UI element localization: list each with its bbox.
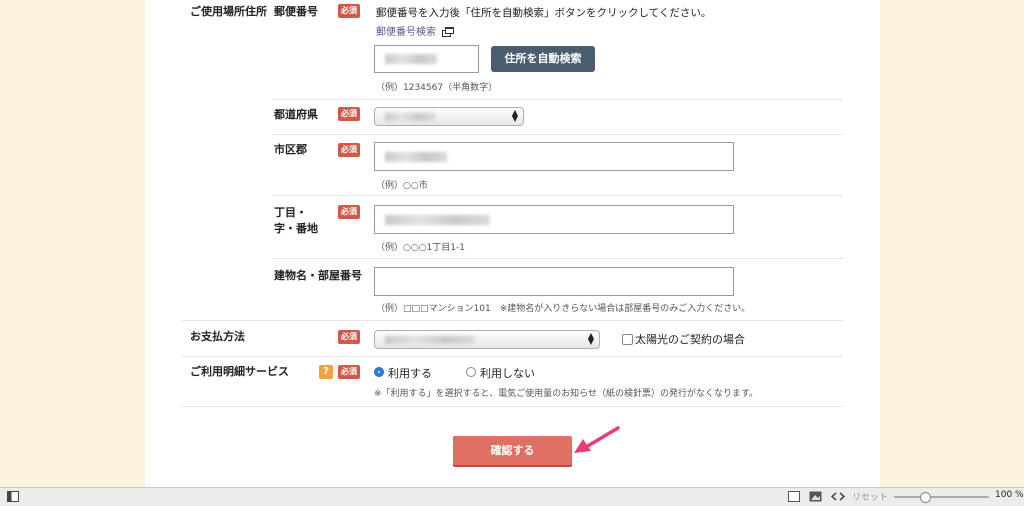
statement-not-use-label: 利用しない	[480, 367, 535, 380]
confirm-button[interactable]: 確認する	[453, 436, 572, 465]
building-example: （例）□□□マンション101 ※建物名が入りきらない場合は部屋番号のみご入力くだ…	[376, 304, 751, 314]
zoom-slider[interactable]	[894, 492, 989, 503]
statement-service-row: ご利用明細サービス ? 必須 利用する 利用しない ※「利用する」を選択すると、…	[182, 356, 843, 407]
zoom-level-text: 100 %	[995, 490, 1024, 500]
statement-service-label: ご利用明細サービス	[190, 365, 289, 378]
solar-contract-label: 太陽光のご契約の場合	[635, 333, 745, 346]
sidebar-toggle-icon[interactable]	[7, 491, 19, 502]
payment-row: お支払方法 必須 ▲ ▼ 太陽光のご契約の場合	[182, 320, 843, 357]
solar-contract-checkbox[interactable]	[622, 334, 633, 345]
building-row: 建物名・部屋番号 （例）□□□マンション101 ※建物名が入りきらない場合は部屋…	[272, 258, 843, 320]
building-label: 建物名・部屋番号	[274, 269, 362, 282]
required-badge: 必須	[338, 330, 360, 344]
statement-use-radio[interactable]	[374, 367, 384, 377]
annotation-arrow-icon	[574, 426, 620, 453]
reset-button[interactable]: リセット	[852, 490, 888, 503]
payment-label: お支払方法	[190, 330, 245, 343]
select-arrows-icon: ▲ ▼	[587, 331, 594, 346]
browser-status-bar: リセット 100 %	[0, 487, 1024, 506]
zoom-slider-thumb[interactable]	[919, 492, 931, 503]
image-icon[interactable]	[809, 491, 822, 502]
statement-not-use-radio[interactable]	[466, 367, 476, 377]
blurred-value	[385, 336, 475, 344]
required-badge: 必須	[338, 365, 360, 379]
statement-use-label: 利用する	[388, 367, 432, 380]
building-input[interactable]	[374, 267, 734, 296]
payment-method-select[interactable]: ▲ ▼	[374, 330, 600, 349]
application-form: ご使用場所住所 郵便番号 必須 郵便番号を入力後「住所を自動検索」ボタンをクリッ…	[182, 0, 843, 407]
statement-note: ※「利用する」を選択すると、電気ご使用量のお知らせ（紙の検針票）の発行がなくなり…	[374, 389, 759, 399]
page-view-icon[interactable]	[788, 491, 800, 502]
code-view-icon[interactable]	[831, 492, 845, 501]
help-icon[interactable]: ?	[319, 365, 333, 379]
